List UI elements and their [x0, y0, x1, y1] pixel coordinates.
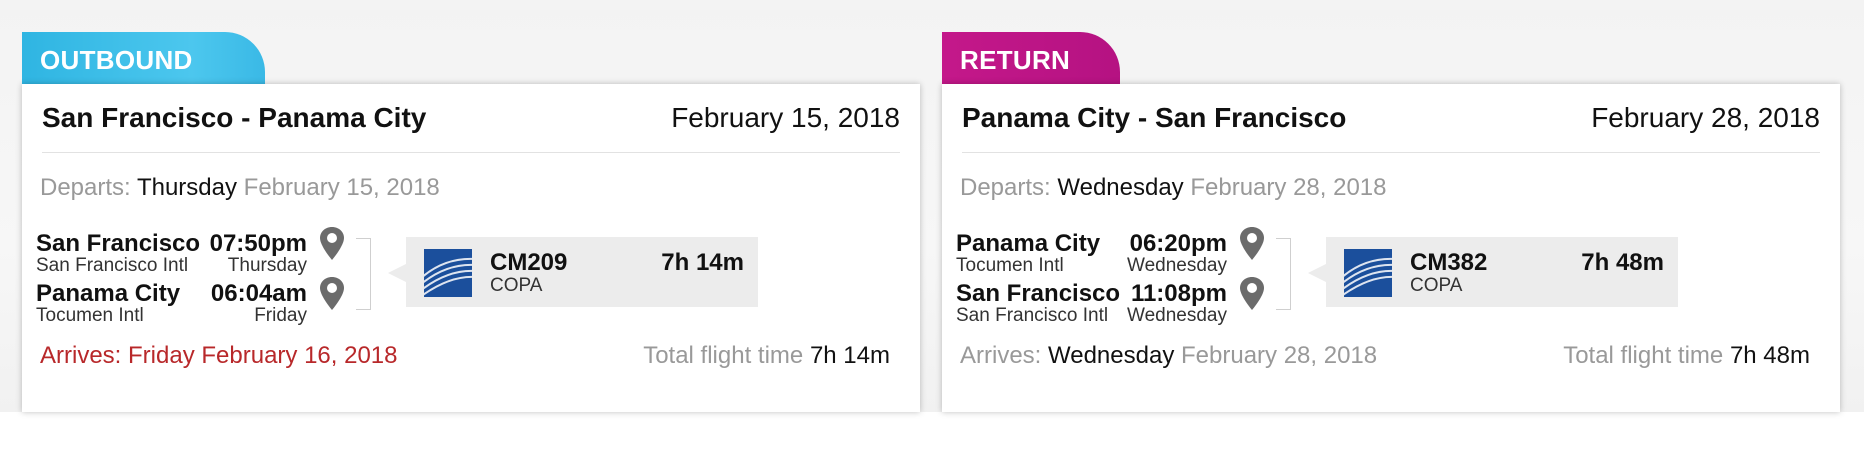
return-arrives-line: Arrives: Wednesday February 28, 2018: [960, 342, 1377, 370]
flight-duration: 7h 14m: [661, 249, 744, 276]
total-value: 7h 48m: [1729, 342, 1810, 369]
return-route-title: Panama City - San Francisco: [962, 102, 1347, 133]
dest-airport: San Francisco Intl: [956, 305, 1109, 326]
dest-airport: Tocumen Intl: [36, 305, 144, 326]
outbound-card-body[interactable]: San Francisco - Panama City February 15,…: [22, 84, 920, 412]
arrives-label: Arrives:: [960, 342, 1042, 369]
arrive-weekday: Wednesday: [1127, 305, 1227, 326]
arrive-weekday: Friday: [254, 305, 307, 326]
return-flight-card: RETURN Panama City - San Francisco Febru…: [942, 32, 1842, 412]
arrive-time: 06:04am: [210, 280, 307, 307]
outbound-departs-line: Departs: Thursday February 15, 2018: [40, 174, 440, 202]
departs-label: Departs:: [40, 174, 131, 201]
return-departs-line: Departs: Wednesday February 28, 2018: [960, 174, 1386, 202]
map-pin-icon: [320, 227, 344, 260]
map-pin-icon: [1240, 227, 1264, 260]
departs-label: Departs:: [960, 174, 1051, 201]
return-total-flight-time: Total flight time 7h 48m: [1563, 342, 1810, 370]
map-pin-icon: [320, 277, 344, 310]
depart-weekday: Thursday: [227, 255, 307, 276]
divider: [42, 152, 900, 153]
total-label: Total flight time: [1563, 342, 1724, 369]
flight-number: CM382: [1410, 249, 1488, 276]
outbound-tab[interactable]: OUTBOUND: [22, 32, 265, 84]
arrives-day: Wednesday: [1048, 342, 1175, 369]
arrives-date: February 28, 2018: [1181, 342, 1378, 369]
copa-logo-icon: [1344, 249, 1392, 297]
flight-number: CM209: [490, 249, 568, 276]
route-bracket: [1276, 238, 1291, 310]
map-pin-icon: [1240, 277, 1264, 310]
outbound-route-title: San Francisco - Panama City: [42, 102, 427, 133]
carrier-name: COPA: [1410, 275, 1463, 296]
flight-info-box[interactable]: CM382 COPA 7h 48m: [1308, 237, 1678, 307]
route-bracket: [356, 238, 371, 310]
arrives-date: February 16, 2018: [201, 342, 398, 369]
outbound-arrives-line: Arrives: Friday February 16, 2018: [40, 342, 398, 370]
return-tab[interactable]: RETURN: [942, 32, 1120, 84]
arrives-label: Arrives:: [40, 342, 122, 369]
departs-day: Wednesday: [1057, 174, 1184, 201]
depart-weekday: Wednesday: [1127, 255, 1227, 276]
return-header-date: February 28, 2018: [1591, 102, 1820, 133]
outbound-flight-card: OUTBOUND San Francisco - Panama City Feb…: [22, 32, 922, 412]
arrives-day: Friday: [128, 342, 195, 369]
origin-city: Panama City: [956, 230, 1101, 257]
return-card-body[interactable]: Panama City - San Francisco February 28,…: [942, 84, 1840, 412]
departs-day: Thursday: [136, 174, 237, 201]
departs-date: February 28, 2018: [1190, 174, 1387, 201]
departs-date: February 15, 2018: [243, 174, 440, 201]
divider: [962, 152, 1820, 153]
depart-time: 07:50pm: [209, 230, 307, 257]
outbound-total-flight-time: Total flight time 7h 14m: [643, 342, 890, 370]
flight-info-box[interactable]: CM209 COPA 7h 14m: [388, 237, 758, 307]
total-label: Total flight time: [643, 342, 804, 369]
carrier-name: COPA: [490, 275, 543, 296]
flight-duration: 7h 48m: [1581, 249, 1664, 276]
origin-airport: San Francisco Intl: [36, 255, 189, 276]
dest-city: Panama City: [36, 280, 181, 307]
origin-airport: Tocumen Intl: [956, 255, 1064, 276]
outbound-header-date: February 15, 2018: [671, 102, 900, 133]
arrive-time: 11:08pm: [1130, 280, 1227, 307]
copa-logo-icon: [424, 249, 472, 297]
depart-time: 06:20pm: [1129, 230, 1227, 257]
total-value: 7h 14m: [809, 342, 890, 369]
